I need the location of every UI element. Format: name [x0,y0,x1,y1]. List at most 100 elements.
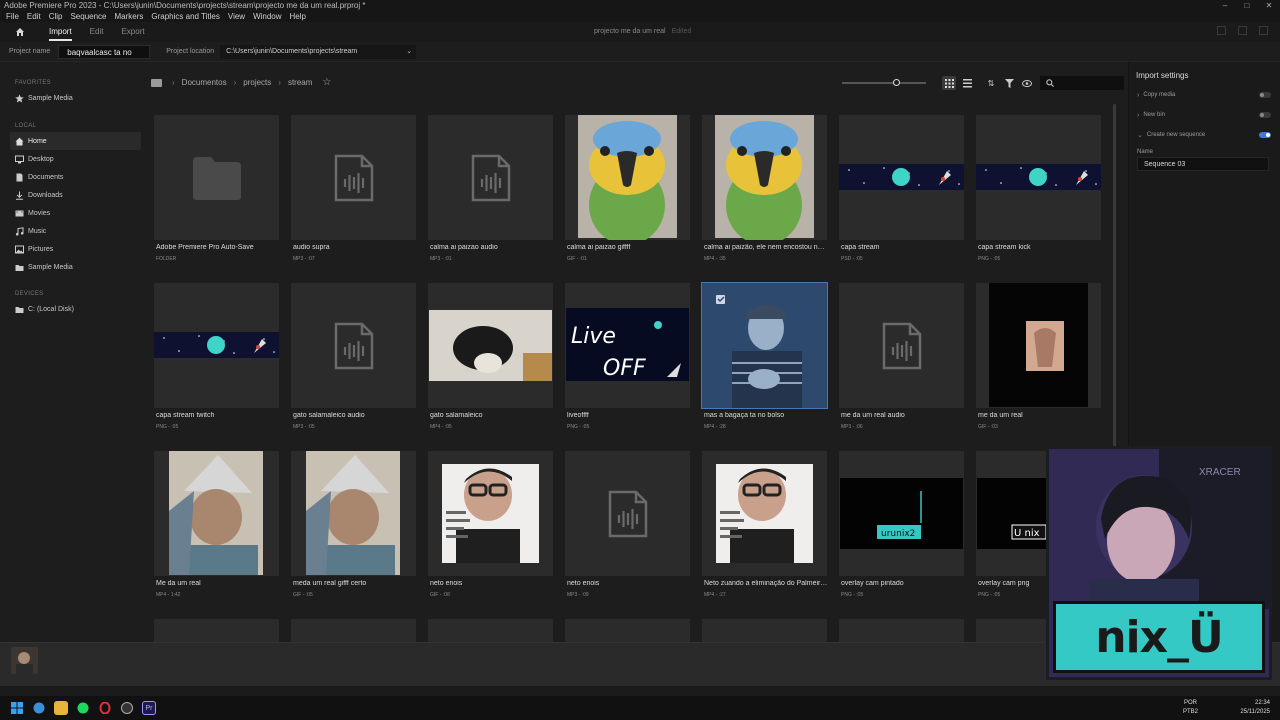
thumbnail-zoom-slider[interactable] [842,79,926,86]
media-thumbnail[interactable] [839,283,964,408]
tab-import[interactable]: Import [40,22,81,42]
media-thumbnail[interactable]: urunix2 [839,451,964,576]
fullscreen-icon[interactable] [1259,26,1268,35]
media-thumbnail[interactable] [291,115,416,240]
hands-gif-image [976,283,1101,408]
menu-item-sequence[interactable]: Sequence [66,11,110,22]
media-meta: MP4 - :27 [704,592,726,598]
tab-edit[interactable]: Edit [81,22,113,42]
menu-item-view[interactable]: View [224,11,249,22]
media-thumbnail[interactable] [565,451,690,576]
breadcrumb-item[interactable]: stream [288,78,312,87]
media-thumbnail[interactable] [154,619,279,642]
zoom-slider-knob[interactable] [893,79,901,86]
menu-item-edit[interactable]: Edit [23,11,45,22]
menu-item-graphics-and-titles[interactable]: Graphics and Titles [147,11,223,22]
sidebar-item-documents[interactable]: Documents [10,168,141,186]
media-name: Neto zuando a eliminação do Palmeira... [704,580,828,587]
home-icon [16,28,24,36]
filter-icon [1004,78,1014,88]
media-thumbnail[interactable] [839,115,964,240]
menu-item-file[interactable]: File [2,11,23,22]
media-thumbnail[interactable] [291,283,416,408]
project-location-dropdown[interactable]: C:\Users\junin\Documents\projects\stream… [220,44,417,59]
sort-button[interactable]: ⇅ [984,76,998,90]
sidebar-item-sample-media[interactable]: Sample Media [10,258,141,276]
menu-item-clip[interactable]: Clip [45,11,67,22]
media-thumbnail[interactable] [976,283,1101,408]
media-thumbnail[interactable] [291,451,416,576]
filter-button[interactable] [1002,76,1016,90]
close-button[interactable]: ✕ [1258,0,1280,11]
media-thumbnail[interactable] [291,619,416,642]
menu-item-markers[interactable]: Markers [111,11,148,22]
media-thumbnail[interactable] [976,115,1101,240]
sidebar-item-sample-media[interactable]: Sample Media [10,89,141,107]
premiere-app[interactable]: Pr [142,701,156,715]
media-thumbnail[interactable] [565,115,690,240]
menu-item-window[interactable]: Window [249,11,285,22]
create-sequence-row[interactable]: ⌄ Create new sequence [1129,125,1280,145]
file-explorer-app[interactable] [54,701,68,715]
sidebar-item-c-local-disk-[interactable]: C: (Local Disk) [10,300,141,318]
grid-view-button[interactable] [942,76,956,90]
breadcrumb-item[interactable]: Documentos [182,78,227,87]
media-thumbnail[interactable] [154,283,279,408]
breadcrumb-separator-icon: › [278,78,281,87]
sidebar-item-pictures[interactable]: Pictures [10,240,141,258]
sidebar-item-downloads[interactable]: Downloads [10,186,141,204]
maximize-button[interactable]: □ [1236,0,1258,11]
home-button[interactable] [10,22,30,42]
quick-export-icon[interactable] [1217,26,1226,35]
project-location-value: C:\Users\junin\Documents\projects\stream [226,47,358,55]
start-button[interactable] [10,701,24,715]
minimize-button[interactable]: – [1214,0,1236,11]
foil-hat-image [291,451,416,576]
opera-app[interactable] [98,701,112,715]
media-thumbnail[interactable] [154,451,279,576]
media-thumbnail[interactable] [428,451,553,576]
new-bin-toggle[interactable] [1259,112,1271,118]
selected-clip-thumbnail[interactable] [11,647,38,674]
copy-media-toggle[interactable] [1259,92,1271,98]
media-thumbnail[interactable] [839,619,964,642]
media-thumbnail[interactable] [702,619,827,642]
media-thumbnail[interactable] [428,115,553,240]
new-bin-row[interactable]: › New bin [1129,105,1280,125]
menu-item-help[interactable]: Help [286,11,310,22]
project-name-field[interactable]: baqvaalcasc ta no cvmdu [58,44,151,71]
list-icon [962,78,972,87]
list-view-button[interactable] [960,76,974,90]
browser-app[interactable] [32,701,46,715]
share-icon[interactable] [1238,26,1247,35]
window-titlebar: Adobe Premiere Pro 2023 - C:\Users\junin… [0,0,1280,11]
language-indicator[interactable]: POR PTB2 [1183,699,1198,717]
create-sequence-label: Create new sequence [1146,132,1206,138]
sidebar-item-home[interactable]: Home [10,132,141,150]
media-thumbnail[interactable] [565,619,690,642]
spotify-app[interactable] [76,701,90,715]
copy-media-row[interactable]: › Copy media [1129,85,1280,105]
sidebar-item-movies[interactable]: Movies [10,204,141,222]
media-thumbnail[interactable] [428,619,553,642]
sidebar-item-desktop[interactable]: Desktop [10,150,141,168]
sequence-name-input[interactable]: Sequence 03 [1137,157,1269,171]
media-thumbnail[interactable] [154,115,279,240]
sidebar-item-music[interactable]: Music [10,222,141,240]
search-input[interactable] [1040,76,1124,90]
livestream-clip-image [702,451,827,576]
media-thumbnail[interactable] [702,451,827,576]
clock[interactable]: 22:34 25/11/2025 [1240,699,1270,717]
favorite-star-icon[interactable]: ☆ [322,77,331,88]
sidebar-section-favorites: FAVORITES [15,80,51,86]
media-thumbnail[interactable] [428,283,553,408]
media-thumbnail[interactable] [702,115,827,240]
obs-app[interactable] [120,701,134,715]
media-thumbnail[interactable] [701,282,828,409]
breadcrumb-item[interactable]: projects [243,78,271,87]
tab-export[interactable]: Export [112,22,153,42]
create-sequence-toggle[interactable] [1259,132,1271,138]
search-icon [1046,79,1054,87]
visibility-button[interactable] [1020,76,1034,90]
media-thumbnail[interactable]: Live OFF [565,283,690,408]
